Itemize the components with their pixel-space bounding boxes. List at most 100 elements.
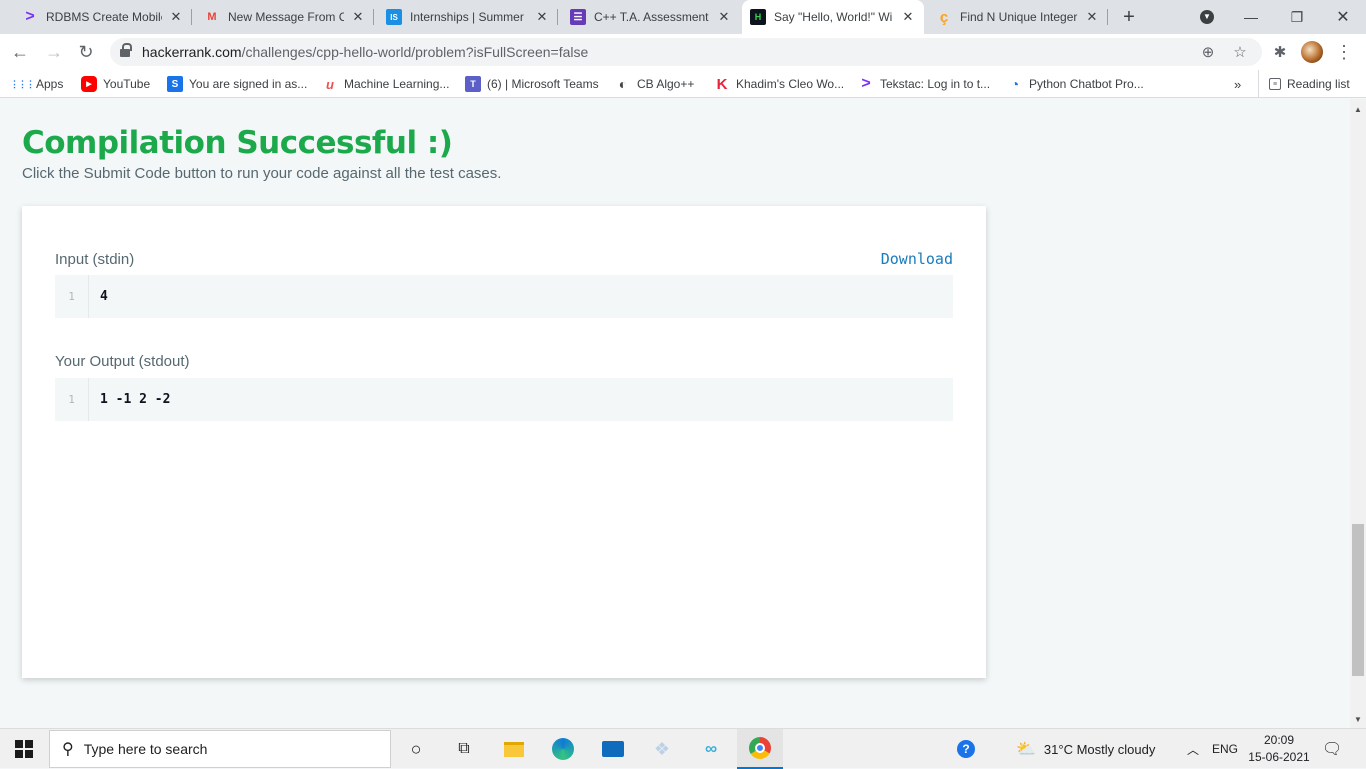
reading-list-button[interactable]: ≡ Reading list (1258, 70, 1350, 98)
chrome-icon[interactable] (737, 729, 783, 769)
close-icon[interactable]: ✕ (350, 9, 366, 25)
tab-gmail[interactable]: M New Message From Co ✕ (196, 0, 374, 34)
search-icon: ⚲ (62, 741, 74, 758)
result-card: Input (stdin) Download 1 4 Your Output (… (22, 206, 986, 678)
notifications-icon[interactable]: 🗨 (1322, 729, 1342, 769)
tab-title: Find N Unique Integer (960, 10, 1078, 24)
tab-rdbms[interactable]: > RDBMS Create Mobile ✕ (14, 0, 192, 34)
windows-start-icon[interactable] (0, 729, 48, 769)
line-number: 1 (55, 378, 89, 421)
window-close-icon[interactable]: ✕ (1320, 0, 1366, 34)
lock-icon[interactable] (120, 43, 132, 57)
chatbot-icon: ◔ (1010, 76, 1020, 92)
task-view-icon[interactable]: ⧉ (448, 729, 480, 769)
dropbox-icon[interactable]: ❖ (646, 729, 678, 769)
input-code: 4 (100, 289, 108, 304)
page-scrollbar[interactable]: ▲ ▼ (1350, 99, 1366, 728)
tab-title: Say "Hello, World!" Wi (774, 10, 893, 24)
tab-title: C++ T.A. Assessment - (594, 10, 710, 24)
youtube-icon: ▶ (81, 76, 97, 92)
forward-icon[interactable]: → (40, 38, 68, 66)
taskbar-search-input[interactable]: ⚲ Type here to search (49, 730, 391, 768)
tab-title: Internships | Summer I (410, 10, 528, 24)
clock[interactable]: 20:09 15-06-2021 (1248, 729, 1310, 769)
output-code: 1 -1 2 -2 (100, 392, 171, 407)
output-code-block: 1 1 -1 2 -2 (55, 378, 953, 421)
reading-list-icon: ≡ (1269, 78, 1281, 90)
tab-leetcode[interactable]: ç Find N Unique Integer ✕ (928, 0, 1108, 34)
k-icon: K (716, 75, 728, 93)
mail-icon[interactable] (597, 729, 629, 769)
address-bar[interactable]: hackerrank.com/challenges/cpp-hello-worl… (110, 38, 1262, 66)
extensions-icon[interactable]: ✱ (1266, 38, 1294, 66)
bookmark-youtube[interactable]: ▶ YouTube (81, 70, 150, 98)
close-icon[interactable]: ✕ (716, 9, 732, 25)
cortana-icon[interactable]: ○ (400, 729, 432, 769)
menu-kebab-icon[interactable]: ⋮ (1330, 38, 1358, 66)
close-icon[interactable]: ✕ (900, 9, 916, 25)
tab-title: RDBMS Create Mobile (46, 10, 162, 24)
tab-search-icon[interactable]: ▼ (1184, 0, 1230, 34)
bookmark-teams[interactable]: T (6) | Microsoft Teams (465, 70, 599, 98)
scrollbar-thumb[interactable] (1352, 524, 1364, 676)
tab-hackerrank[interactable]: H Say "Hello, World!" Wi ✕ (742, 0, 924, 34)
tekstac-icon: > (861, 75, 871, 92)
tab-strip: > RDBMS Create Mobile ✕ M New Message Fr… (0, 0, 1366, 34)
chevron-up-icon[interactable]: ︿ (1187, 729, 1199, 769)
file-explorer-icon[interactable] (498, 729, 530, 769)
udemy-icon: u (326, 76, 334, 92)
page-content: Compilation Successful :) Click the Subm… (0, 99, 1350, 728)
cb-icon: ◐ (618, 76, 628, 92)
weather-widget[interactable]: ⛅ 31°C Mostly cloudy (1016, 729, 1155, 769)
input-code-block: 1 4 (55, 275, 953, 318)
cloudy-weather-icon: ⛅ (1016, 741, 1036, 758)
compile-status-title: Compilation Successful :) (22, 125, 453, 161)
zoom-icon[interactable]: ⊕ (1196, 38, 1220, 66)
close-icon[interactable]: ✕ (534, 9, 550, 25)
help-icon[interactable]: ? (954, 729, 978, 769)
close-icon[interactable]: ✕ (168, 9, 184, 25)
tab-forms[interactable]: ☰ C++ T.A. Assessment - ✕ (562, 0, 740, 34)
bookmark-tekstac[interactable]: > Tekstac: Log in to t... (858, 70, 990, 98)
bookmark-machine-learning[interactable]: u Machine Learning... (322, 70, 449, 98)
download-link[interactable]: Download (881, 250, 953, 268)
language-indicator[interactable]: ENG (1212, 729, 1238, 769)
scroll-down-arrow-icon[interactable]: ▼ (1350, 711, 1366, 727)
leetcode-icon: ç (939, 8, 949, 26)
line-number: 1 (55, 275, 89, 318)
bookmarks-bar: ⋮⋮⋮ Apps ▶ YouTube S You are signed in a… (0, 70, 1366, 98)
compile-status-subtitle: Click the Submit Code button to run your… (22, 165, 502, 182)
tab-title: New Message From Co (228, 10, 344, 24)
gt-icon: > (25, 8, 35, 25)
bookmark-apps[interactable]: ⋮⋮⋮ Apps (10, 70, 63, 98)
reload-icon[interactable]: ↻ (72, 38, 100, 66)
gmail-icon: M (207, 11, 217, 23)
restore-icon[interactable]: ❐ (1274, 0, 1320, 34)
forms-icon: ☰ (570, 9, 586, 25)
windows-taskbar: ⚲ Type here to search ○ ⧉ ❖ ∞ ? ⛅ 31°C M… (0, 728, 1366, 769)
apps-grid-icon: ⋮⋮⋮ (10, 78, 35, 89)
more-bookmarks-icon[interactable]: » (1234, 70, 1241, 98)
bookmark-cb-algo[interactable]: ◐ CB Algo++ (615, 70, 695, 98)
minimize-icon[interactable]: — (1228, 0, 1274, 34)
bookmark-signed-in[interactable]: S You are signed in as... (167, 70, 307, 98)
s-icon: S (167, 76, 183, 92)
internshala-icon: IS (386, 9, 402, 25)
browser-toolbar: ← → ↻ hackerrank.com/challenges/cpp-hell… (0, 34, 1366, 70)
edge-icon[interactable] (547, 729, 579, 769)
back-icon[interactable]: ← (6, 38, 34, 66)
url-text[interactable]: hackerrank.com/challenges/cpp-hello-worl… (142, 44, 588, 60)
tab-internshala[interactable]: IS Internships | Summer I ✕ (378, 0, 558, 34)
teams-icon: T (465, 76, 481, 92)
new-tab-plus-icon[interactable]: + (1118, 0, 1140, 34)
arduino-icon[interactable]: ∞ (695, 729, 727, 769)
close-icon[interactable]: ✕ (1084, 9, 1100, 25)
profile-avatar[interactable] (1298, 38, 1326, 66)
hackerrank-icon: H (750, 9, 766, 25)
input-label: Input (stdin) (55, 251, 135, 268)
bookmark-star-icon[interactable]: ☆ (1228, 38, 1252, 66)
output-label: Your Output (stdout) (55, 353, 190, 370)
scroll-up-arrow-icon[interactable]: ▲ (1350, 101, 1366, 117)
bookmark-khadim[interactable]: K Khadim's Cleo Wo... (714, 70, 845, 98)
bookmark-python-chatbot[interactable]: ◔ Python Chatbot Pro... (1007, 70, 1144, 98)
